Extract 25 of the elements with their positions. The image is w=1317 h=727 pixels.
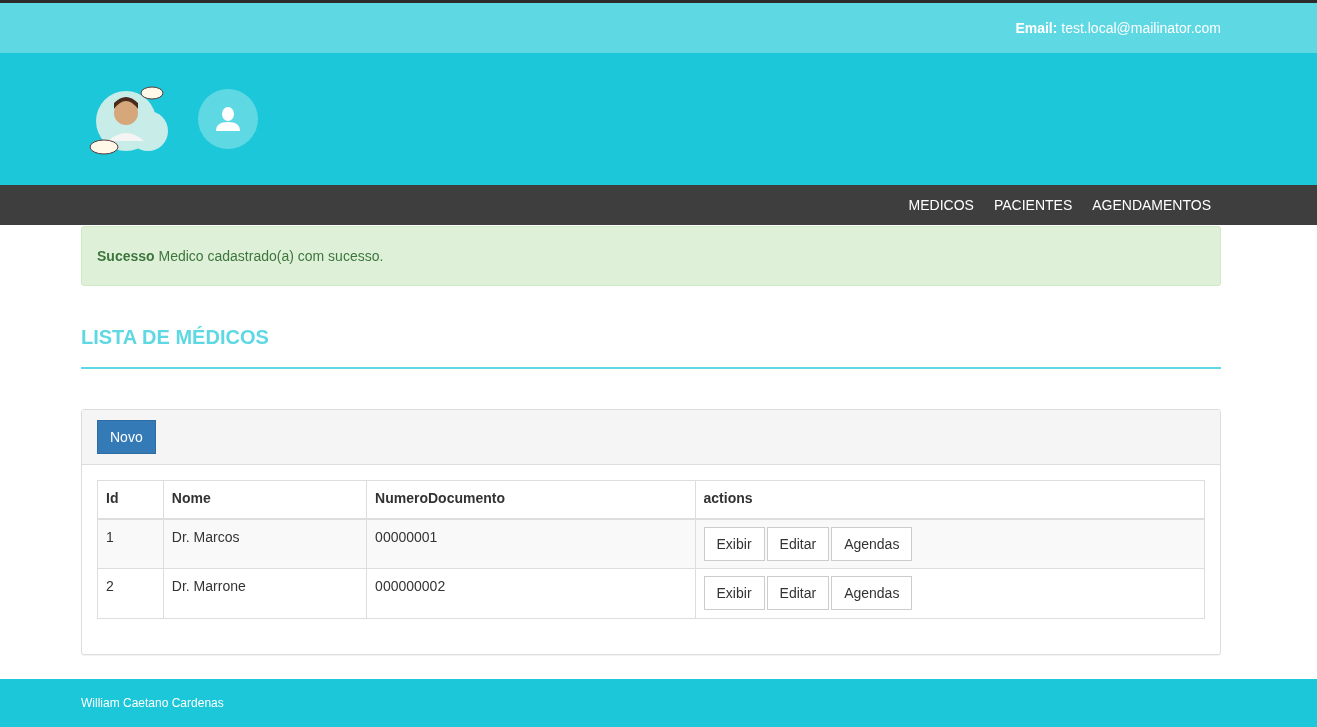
action-button[interactable]: Agendas: [831, 526, 913, 561]
nav-link[interactable]: MEDICOS: [898, 197, 984, 213]
action-button[interactable]: Editar: [766, 526, 830, 561]
action-button[interactable]: Agendas: [831, 576, 913, 610]
success-alert: Sucesso Medico cadastrado(a) com sucesso.: [81, 226, 1221, 286]
table-cell: 000000002: [366, 568, 696, 619]
new-button[interactable]: Novo: [97, 420, 156, 454]
table-cell: 1: [97, 518, 164, 569]
user-icon: [215, 106, 241, 132]
column-header: NumeroDocumento: [366, 480, 696, 519]
page-title: LISTA DE MÉDICOS: [81, 326, 1221, 369]
action-button[interactable]: Exibir: [703, 576, 765, 610]
column-header: Nome: [163, 480, 367, 519]
column-header: Id: [97, 480, 164, 519]
table-cell: 00000001: [366, 518, 696, 569]
column-header: actions: [695, 480, 1205, 519]
table-cell: 2: [97, 568, 164, 619]
action-button[interactable]: Exibir: [703, 526, 765, 561]
nav-link[interactable]: AGENDAMENTOS: [1082, 197, 1221, 213]
nav-link[interactable]: PACIENTES: [983, 197, 1083, 213]
table-cell: Dr. Marrone: [163, 568, 367, 619]
footer-text: William Caetano Cardenas: [81, 696, 224, 710]
email-text: Email: test.local@mailinator.com: [1015, 20, 1221, 36]
table-cell: Dr. Marcos: [163, 518, 367, 569]
action-button[interactable]: Editar: [766, 576, 830, 610]
